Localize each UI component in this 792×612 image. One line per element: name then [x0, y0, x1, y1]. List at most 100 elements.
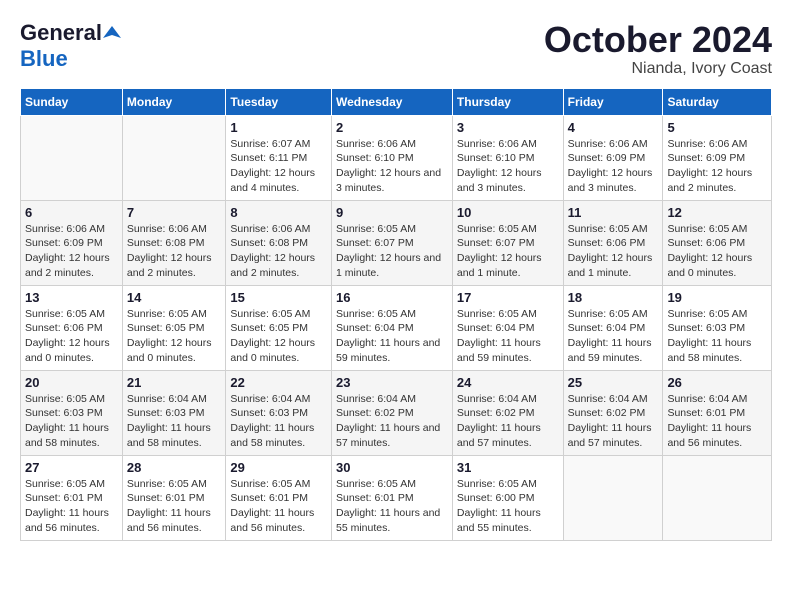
day-info: Sunrise: 6:06 AM Sunset: 6:10 PM Dayligh…	[336, 137, 448, 196]
day-info: Sunrise: 6:05 AM Sunset: 6:03 PM Dayligh…	[667, 307, 767, 366]
day-number: 28	[127, 460, 222, 475]
header-wednesday: Wednesday	[331, 88, 452, 115]
table-row: 15 Sunrise: 6:05 AM Sunset: 6:05 PM Dayli…	[226, 285, 332, 370]
table-row: 13Sunrise: 6:05 AM Sunset: 6:06 PM Dayli…	[21, 285, 123, 370]
day-info: Sunrise: 6:05 AM Sunset: 6:01 PM Dayligh…	[127, 477, 222, 536]
header-saturday: Saturday	[663, 88, 772, 115]
title-area: October 2024 Nianda, Ivory Coast	[544, 20, 772, 78]
day-number: 31	[457, 460, 559, 475]
day-info: Sunrise: 6:05 AM Sunset: 6:05 PM Dayligh…	[127, 307, 222, 366]
table-row: 29 Sunrise: 6:05 AM Sunset: 6:01 PM Dayli…	[226, 455, 332, 540]
table-row: 1 Sunrise: 6:07 AM Sunset: 6:11 PM Daylig…	[226, 115, 332, 200]
day-info: Sunrise: 6:06 AM Sunset: 6:09 PM Dayligh…	[25, 222, 118, 281]
table-row: 17 Sunrise: 6:05 AM Sunset: 6:04 PM Dayli…	[452, 285, 563, 370]
day-info: Sunrise: 6:06 AM Sunset: 6:10 PM Dayligh…	[457, 137, 559, 196]
calendar-table: Sunday Monday Tuesday Wednesday Thursday…	[20, 88, 772, 541]
day-info: Sunrise: 6:05 AM Sunset: 6:04 PM Dayligh…	[336, 307, 448, 366]
day-info: Sunrise: 6:05 AM Sunset: 6:07 PM Dayligh…	[457, 222, 559, 281]
header-tuesday: Tuesday	[226, 88, 332, 115]
table-row: 6 Sunrise: 6:06 AM Sunset: 6:09 PM Daylig…	[21, 200, 123, 285]
day-info: Sunrise: 6:04 AM Sunset: 6:03 PM Dayligh…	[127, 392, 222, 451]
day-number: 12	[667, 205, 767, 220]
calendar-week-row: 1 Sunrise: 6:07 AM Sunset: 6:11 PM Daylig…	[21, 115, 772, 200]
day-number: 26	[667, 375, 767, 390]
day-number: 10	[457, 205, 559, 220]
day-number: 1	[230, 120, 327, 135]
month-title: October 2024	[544, 20, 772, 60]
header-sunday: Sunday	[21, 88, 123, 115]
day-number: 2	[336, 120, 448, 135]
table-row: 7Sunrise: 6:06 AM Sunset: 6:08 PM Daylig…	[122, 200, 226, 285]
day-number: 4	[568, 120, 659, 135]
table-row: 27 Sunrise: 6:05 AM Sunset: 6:01 PM Dayli…	[21, 455, 123, 540]
day-number: 27	[25, 460, 118, 475]
day-info: Sunrise: 6:05 AM Sunset: 6:06 PM Dayligh…	[568, 222, 659, 281]
table-row: 11 Sunrise: 6:05 AM Sunset: 6:06 PM Dayli…	[563, 200, 663, 285]
day-info: Sunrise: 6:04 AM Sunset: 6:02 PM Dayligh…	[336, 392, 448, 451]
day-info: Sunrise: 6:05 AM Sunset: 6:00 PM Dayligh…	[457, 477, 559, 536]
day-info: Sunrise: 6:05 AM Sunset: 6:03 PM Dayligh…	[25, 392, 118, 451]
table-row: 16 Sunrise: 6:05 AM Sunset: 6:04 PM Dayli…	[331, 285, 452, 370]
table-row: 21 Sunrise: 6:04 AM Sunset: 6:03 PM Dayli…	[122, 370, 226, 455]
table-row: 22 Sunrise: 6:04 AM Sunset: 6:03 PM Dayli…	[226, 370, 332, 455]
logo: General Blue	[20, 20, 121, 72]
table-row: 18Sunrise: 6:05 AM Sunset: 6:04 PM Dayli…	[563, 285, 663, 370]
day-number: 17	[457, 290, 559, 305]
day-number: 9	[336, 205, 448, 220]
calendar-header-row: Sunday Monday Tuesday Wednesday Thursday…	[21, 88, 772, 115]
day-number: 29	[230, 460, 327, 475]
day-info: Sunrise: 6:05 AM Sunset: 6:01 PM Dayligh…	[25, 477, 118, 536]
logo-general: General	[20, 20, 102, 46]
table-row	[122, 115, 226, 200]
table-row: 19 Sunrise: 6:05 AM Sunset: 6:03 PM Dayli…	[663, 285, 772, 370]
location-subtitle: Nianda, Ivory Coast	[544, 60, 772, 78]
day-number: 5	[667, 120, 767, 135]
day-number: 11	[568, 205, 659, 220]
day-info: Sunrise: 6:04 AM Sunset: 6:03 PM Dayligh…	[230, 392, 327, 451]
day-info: Sunrise: 6:06 AM Sunset: 6:08 PM Dayligh…	[127, 222, 222, 281]
table-row: 30Sunrise: 6:05 AM Sunset: 6:01 PM Dayli…	[331, 455, 452, 540]
day-number: 18	[568, 290, 659, 305]
day-number: 30	[336, 460, 448, 475]
day-number: 6	[25, 205, 118, 220]
table-row: 12 Sunrise: 6:05 AM Sunset: 6:06 PM Dayli…	[663, 200, 772, 285]
day-number: 3	[457, 120, 559, 135]
day-number: 16	[336, 290, 448, 305]
calendar-week-row: 13Sunrise: 6:05 AM Sunset: 6:06 PM Dayli…	[21, 285, 772, 370]
day-info: Sunrise: 6:04 AM Sunset: 6:01 PM Dayligh…	[667, 392, 767, 451]
day-info: Sunrise: 6:05 AM Sunset: 6:01 PM Dayligh…	[230, 477, 327, 536]
table-row: 20 Sunrise: 6:05 AM Sunset: 6:03 PM Dayli…	[21, 370, 123, 455]
day-number: 14	[127, 290, 222, 305]
day-number: 19	[667, 290, 767, 305]
day-info: Sunrise: 6:05 AM Sunset: 6:06 PM Dayligh…	[25, 307, 118, 366]
page-header: General Blue October 2024 Nianda, Ivory …	[20, 20, 772, 78]
day-info: Sunrise: 6:04 AM Sunset: 6:02 PM Dayligh…	[457, 392, 559, 451]
table-row: 28 Sunrise: 6:05 AM Sunset: 6:01 PM Dayli…	[122, 455, 226, 540]
day-number: 25	[568, 375, 659, 390]
table-row: 31 Sunrise: 6:05 AM Sunset: 6:00 PM Dayli…	[452, 455, 563, 540]
day-number: 15	[230, 290, 327, 305]
table-row: 2 Sunrise: 6:06 AM Sunset: 6:10 PM Daylig…	[331, 115, 452, 200]
day-number: 22	[230, 375, 327, 390]
header-friday: Friday	[563, 88, 663, 115]
day-info: Sunrise: 6:06 AM Sunset: 6:09 PM Dayligh…	[667, 137, 767, 196]
day-info: Sunrise: 6:05 AM Sunset: 6:06 PM Dayligh…	[667, 222, 767, 281]
table-row: 25Sunrise: 6:04 AM Sunset: 6:02 PM Dayli…	[563, 370, 663, 455]
day-number: 21	[127, 375, 222, 390]
day-info: Sunrise: 6:07 AM Sunset: 6:11 PM Dayligh…	[230, 137, 327, 196]
day-info: Sunrise: 6:06 AM Sunset: 6:09 PM Dayligh…	[568, 137, 659, 196]
calendar-week-row: 6 Sunrise: 6:06 AM Sunset: 6:09 PM Daylig…	[21, 200, 772, 285]
table-row	[663, 455, 772, 540]
day-number: 20	[25, 375, 118, 390]
day-info: Sunrise: 6:05 AM Sunset: 6:04 PM Dayligh…	[457, 307, 559, 366]
table-row: 5 Sunrise: 6:06 AM Sunset: 6:09 PM Daylig…	[663, 115, 772, 200]
logo-bird-icon	[103, 24, 121, 42]
day-info: Sunrise: 6:06 AM Sunset: 6:08 PM Dayligh…	[230, 222, 327, 281]
day-number: 23	[336, 375, 448, 390]
table-row: 23 Sunrise: 6:04 AM Sunset: 6:02 PM Dayli…	[331, 370, 452, 455]
day-info: Sunrise: 6:05 AM Sunset: 6:05 PM Dayligh…	[230, 307, 327, 366]
day-number: 24	[457, 375, 559, 390]
table-row	[563, 455, 663, 540]
table-row: 3 Sunrise: 6:06 AM Sunset: 6:10 PM Daylig…	[452, 115, 563, 200]
table-row: 8Sunrise: 6:06 AM Sunset: 6:08 PM Daylig…	[226, 200, 332, 285]
